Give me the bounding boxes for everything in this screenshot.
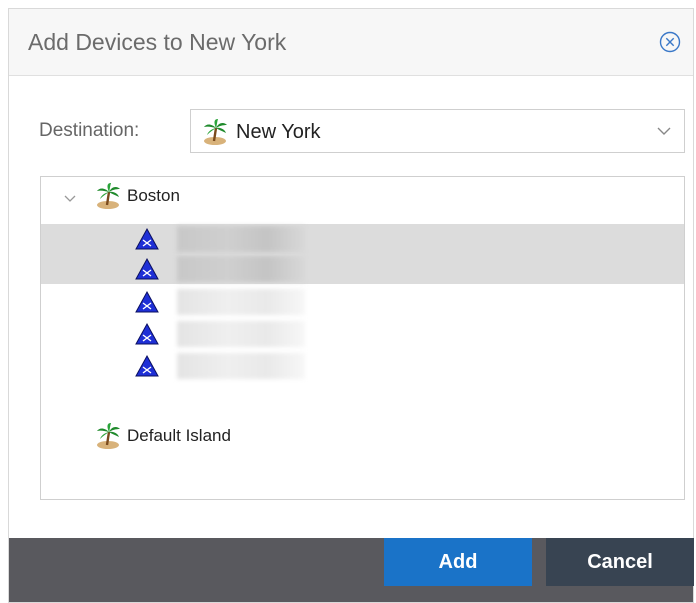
tree-device-row[interactable] <box>41 224 684 254</box>
device-triangle-icon <box>135 322 159 351</box>
add-devices-dialog: Add Devices to New York Destination: New… <box>8 8 694 603</box>
close-icon[interactable] <box>659 31 681 53</box>
tree-node-label: Boston <box>127 186 180 205</box>
redacted-device-name <box>177 289 305 315</box>
palm-island-icon <box>201 118 229 151</box>
device-tree[interactable]: Boston Default Island <box>40 176 685 500</box>
chevron-down-icon[interactable] <box>63 191 77 209</box>
tree-device-row[interactable] <box>41 254 684 284</box>
tree-node-label: Default Island <box>127 426 231 445</box>
redacted-device-name <box>177 353 305 379</box>
dialog-titlebar: Add Devices to New York <box>9 9 693 76</box>
dialog-title: Add Devices to New York <box>28 29 287 55</box>
redacted-device-name <box>177 226 305 252</box>
device-triangle-icon <box>135 227 159 256</box>
cancel-button[interactable]: Cancel <box>546 538 694 586</box>
tree-device-row[interactable] <box>41 351 684 381</box>
tree-device-row[interactable] <box>41 287 684 317</box>
tree-node-boston[interactable]: Boston <box>41 181 684 211</box>
device-triangle-icon <box>135 354 159 383</box>
device-triangle-icon <box>135 290 159 319</box>
dialog-footer: Add Cancel <box>9 538 694 602</box>
palm-island-icon <box>94 182 122 215</box>
redacted-device-name <box>177 256 305 282</box>
add-button[interactable]: Add <box>384 538 532 586</box>
palm-island-icon <box>94 422 122 455</box>
tree-device-row[interactable] <box>41 319 684 349</box>
device-triangle-icon <box>135 257 159 286</box>
destination-label: Destination: <box>39 120 140 141</box>
tree-node-default-island[interactable]: Default Island <box>41 421 684 451</box>
redacted-device-name <box>177 321 305 347</box>
chevron-down-icon <box>656 124 672 142</box>
destination-value: New York <box>236 121 321 143</box>
destination-select[interactable]: New York <box>190 109 685 153</box>
